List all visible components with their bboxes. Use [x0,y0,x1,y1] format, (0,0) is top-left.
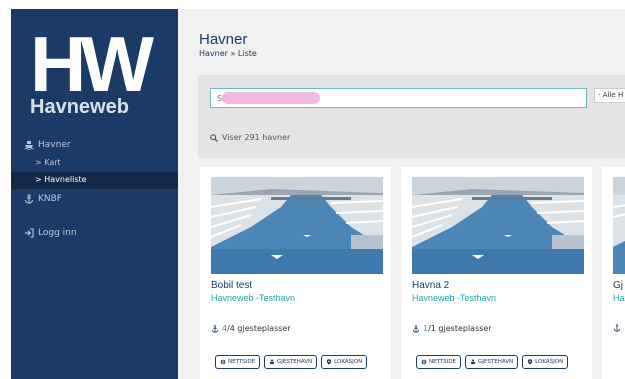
nav-item-logg-inn[interactable]: Logg inn [24,228,77,238]
location-button[interactable]: LOKASJON [522,355,569,369]
ship-icon [470,359,476,365]
anchor-icon [412,324,420,333]
map-marker-icon [528,359,533,365]
card-actions: NETTSIDE GJESTEHAVN LOKASJON [215,355,368,369]
harbor-subtitle[interactable]: Ha [613,293,625,303]
page-title: Havner [199,31,248,48]
breadcrumb[interactable]: Havner » Liste [199,49,257,58]
nav-item-kart[interactable]: > Kart [35,158,61,167]
harbor-card[interactable]: Gj Ha [602,167,625,379]
harbor-image[interactable] [613,177,625,274]
capacity-total: /1 gjesteplasser [428,324,492,333]
search-panel: - Alle H Viser 291 havner [198,75,625,158]
main-content: Havner Havner » Liste - Alle H Viser 291… [178,9,625,379]
chevron-right-icon: > [35,158,42,167]
guest-harbor-button[interactable]: GJESTEHAVN [465,355,519,369]
sidebar: HW Havneweb Havner > Kart > Havneliste K… [11,9,182,379]
location-button[interactable]: LOKASJON [321,355,368,369]
anchor-icon [25,194,33,204]
harbor-card[interactable]: Bobil test Havneweb -Testhavn 4/4 gjeste… [200,167,391,379]
harbor-title[interactable]: Bobil test [211,280,252,291]
marina-photo [412,177,584,274]
harbor-image[interactable] [211,177,383,274]
globe-icon [220,359,226,365]
marina-photo [211,177,383,274]
harbor-filter-select[interactable]: - Alle H [594,88,625,103]
harbor-title[interactable]: Havna 2 [412,280,449,291]
nav-item-knbf[interactable]: KNBF [24,194,62,204]
capacity-total: /4 gjesteplasser [227,324,291,333]
sign-in-icon [25,228,34,238]
nav-item-knbf-label: KNBF [38,194,62,204]
harbor-subtitle[interactable]: Havneweb -Testhavn [211,293,295,303]
globe-icon [421,359,427,365]
harbor-card[interactable]: Havna 2 Havneweb -Testhavn 1/1 gjestepla… [401,167,592,379]
map-marker-icon [327,359,332,365]
nav-item-havneliste[interactable]: > Havneliste [35,175,87,184]
ship-icon [24,141,34,150]
chevron-right-icon: > [35,175,42,184]
guest-harbor-button[interactable]: GJESTEHAVN [264,355,318,369]
logo-wordmark[interactable]: Havneweb [30,95,129,119]
guest-capacity: 4/4 gjesteplasser [211,324,291,333]
anchor-icon [613,324,621,332]
logo-letters[interactable]: HW [30,27,158,101]
marina-photo [613,177,625,274]
search-icon [210,133,218,142]
guest-capacity [613,324,621,332]
harbor-subtitle[interactable]: Havneweb -Testhavn [412,293,496,303]
anchor-icon [211,324,219,333]
nav-item-kart-label: Kart [44,158,61,167]
search-input-highlight [222,92,320,104]
guest-capacity: 1/1 gjesteplasser [412,324,492,333]
result-count-text: Viser 291 havner [222,133,291,142]
ship-icon [269,359,275,365]
website-button[interactable]: NETTSIDE [215,355,261,369]
result-count: Viser 291 havner [210,133,290,142]
card-actions: NETTSIDE GJESTEHAVN LOKASJON [416,355,569,369]
website-button[interactable]: NETTSIDE [416,355,462,369]
harbor-title[interactable]: Gj [613,280,623,291]
harbor-image[interactable] [412,177,584,274]
nav-item-havner-label: Havner [38,140,71,150]
nav-item-logg-inn-label: Logg inn [38,228,77,238]
nav-item-havneliste-label: Havneliste [44,175,87,184]
nav-item-havner[interactable]: Havner [24,140,71,150]
